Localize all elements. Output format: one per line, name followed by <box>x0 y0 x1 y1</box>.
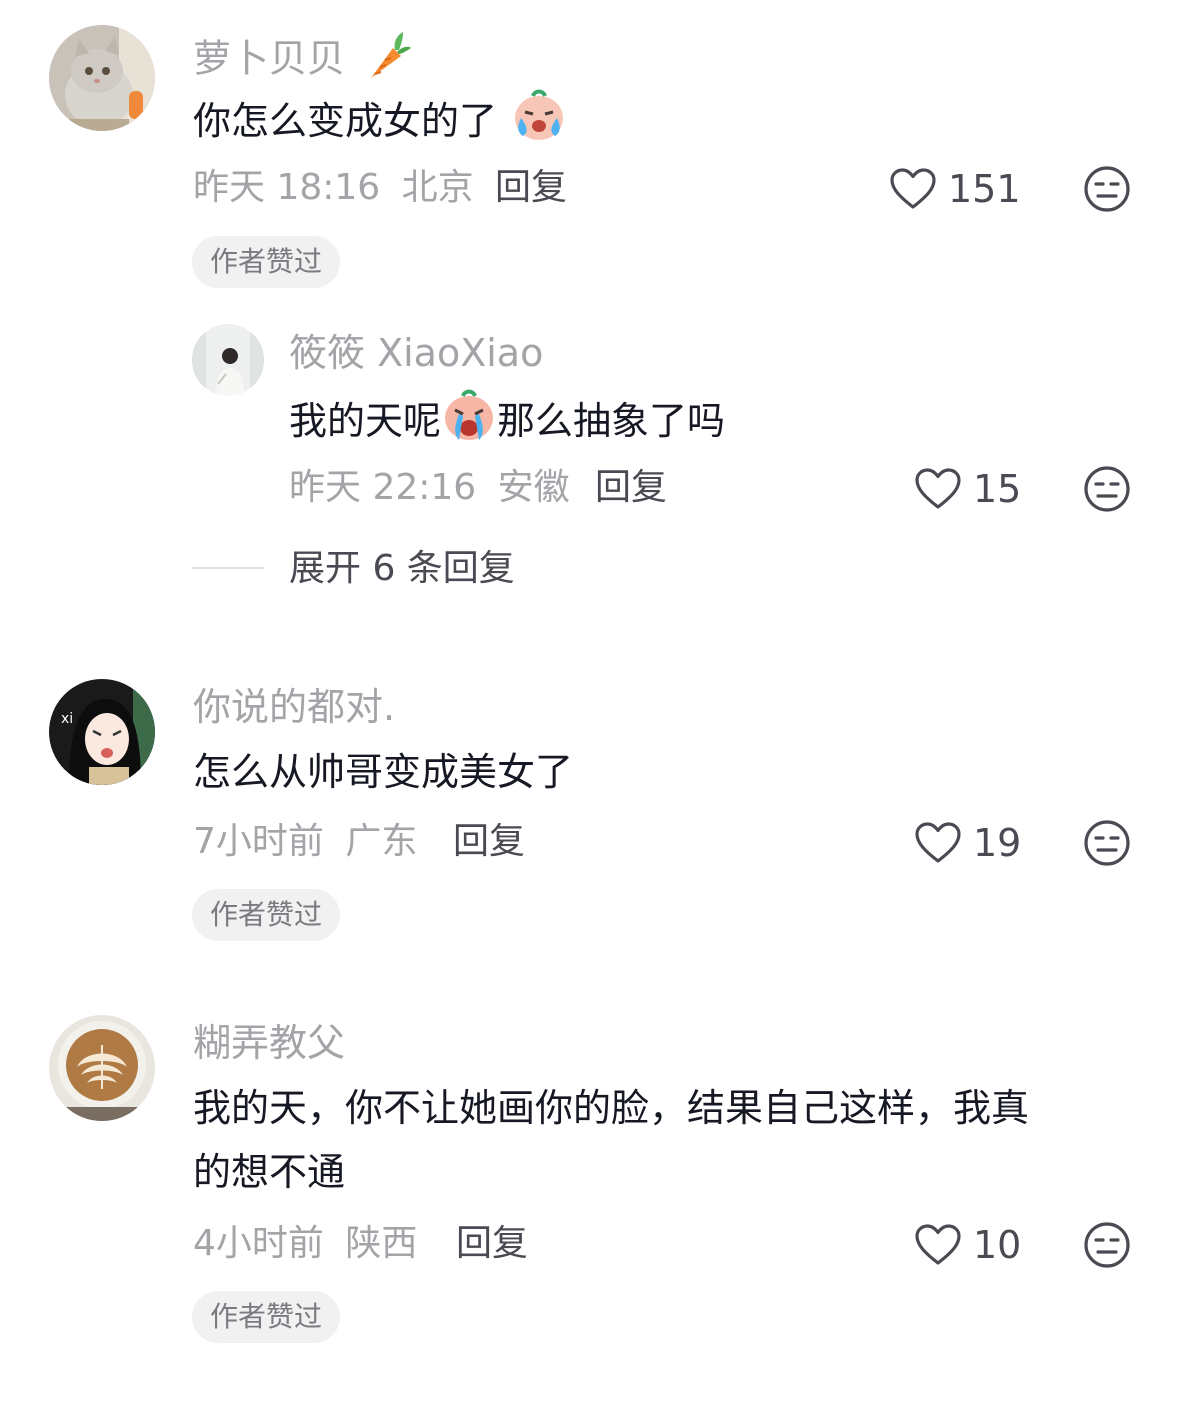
avatar[interactable] <box>49 25 155 131</box>
heart-outline-icon <box>890 168 936 209</box>
like-count: 19 <box>973 821 1022 865</box>
comment-text: 怎么从帅哥变成美女了 <box>193 750 574 794</box>
heart-outline-icon <box>915 822 961 863</box>
carrot-emoji-icon <box>363 30 412 92</box>
like-count: 15 <box>973 467 1022 511</box>
dislike-button[interactable] <box>1083 1221 1131 1269</box>
reply-button[interactable]: 回复 <box>456 1222 528 1266</box>
comment-meta: 4小时前 陕西 <box>193 1222 417 1266</box>
comment-meta: 7小时前 广东 <box>193 820 417 864</box>
like-button[interactable]: 19 <box>915 818 1021 868</box>
timestamp: 昨天 18:16 <box>193 167 381 208</box>
heart-outline-icon <box>915 1224 961 1265</box>
expand-replies-button[interactable]: 展开 6 条回复 <box>289 547 515 591</box>
reply-button[interactable]: 回复 <box>495 166 567 210</box>
avatar[interactable]: xi <box>49 679 155 785</box>
expand-divider <box>192 567 264 569</box>
username[interactable]: 筱筱 XiaoXiao <box>289 330 543 376</box>
location: 北京 <box>401 167 474 208</box>
location: 陕西 <box>345 1223 418 1264</box>
like-count: 10 <box>973 1223 1022 1267</box>
comment-text: 我的天，你不让她画你的脸，结果自己这样，我真 的想不通 <box>193 1086 1030 1194</box>
author-liked-badge: 作者赞过 <box>192 236 341 288</box>
author-liked-badge: 作者赞过 <box>192 1291 341 1343</box>
svg-text:xi: xi <box>61 711 73 727</box>
dislike-button[interactable] <box>1083 465 1131 513</box>
reply-button[interactable]: 回复 <box>453 820 525 864</box>
reply-button[interactable]: 回复 <box>595 466 667 510</box>
username[interactable]: 糊弄教父 <box>193 1020 345 1066</box>
timestamp: 7小时前 <box>193 821 324 862</box>
location: 广东 <box>345 821 418 862</box>
avatar[interactable] <box>49 1015 155 1121</box>
username[interactable]: 你说的都对. <box>193 684 395 730</box>
username[interactable]: 萝卜贝贝 <box>193 30 412 92</box>
neutral-face-icon <box>1084 466 1130 512</box>
comment-text: 我的天呢 那么抽象了吗 <box>289 386 725 461</box>
comment-meta: 昨天 18:16 北京 <box>193 166 474 210</box>
comment-meta: 昨天 22:16 安徽 <box>289 466 570 510</box>
timestamp: 昨天 22:16 <box>289 467 477 508</box>
like-button[interactable]: 15 <box>915 464 1021 514</box>
dislike-button[interactable] <box>1083 165 1131 213</box>
sobbing-face-emoji-icon <box>441 386 497 461</box>
dislike-button[interactable] <box>1083 819 1131 867</box>
timestamp: 4小时前 <box>193 1223 324 1264</box>
avatar[interactable] <box>192 324 264 396</box>
location: 安徽 <box>497 467 570 508</box>
author-liked-badge: 作者赞过 <box>192 889 341 941</box>
like-button[interactable]: 10 <box>915 1220 1021 1270</box>
comment-text: 你怎么变成女的了 <box>193 86 567 161</box>
crying-face-emoji-icon <box>511 86 567 161</box>
neutral-face-icon <box>1084 820 1130 866</box>
heart-outline-icon <box>915 468 961 509</box>
neutral-face-icon <box>1084 1222 1130 1268</box>
neutral-face-icon <box>1084 166 1130 212</box>
like-button[interactable]: 151 <box>890 164 1021 214</box>
like-count: 151 <box>948 167 1021 211</box>
